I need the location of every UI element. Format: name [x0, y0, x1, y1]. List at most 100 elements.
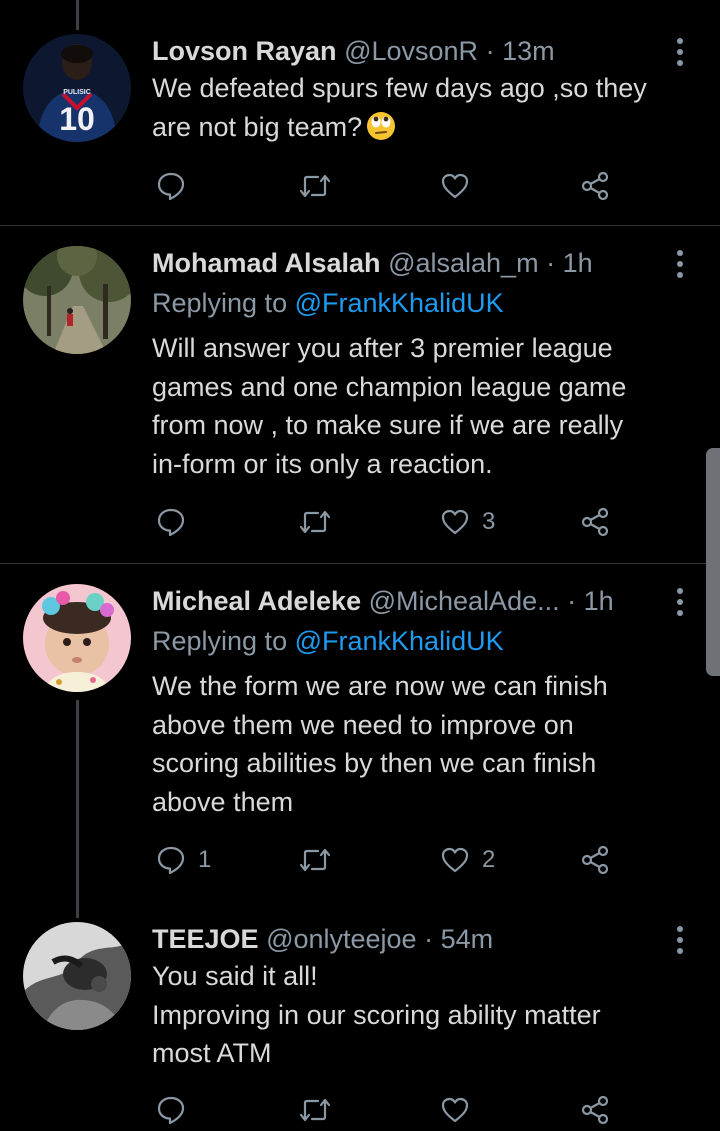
user-handle[interactable]: @LovsonR: [344, 36, 478, 66]
thread-line: [76, 0, 79, 30]
display-name[interactable]: TEEJOE: [152, 924, 259, 954]
divider: [0, 563, 720, 564]
tweet-text-line: Will answer you after 3 premier league: [152, 333, 613, 363]
share-button[interactable]: [580, 506, 610, 538]
avatar[interactable]: [23, 922, 131, 1030]
like-button[interactable]: [440, 1094, 482, 1126]
more-options-icon[interactable]: [670, 250, 690, 278]
thread-line: [76, 700, 79, 918]
tweet-actions: 3: [152, 506, 632, 538]
reply-button[interactable]: [156, 506, 198, 538]
retweet-icon: [299, 848, 331, 872]
share-icon: [581, 1095, 609, 1125]
tweet-text-line: games and one champion league game: [152, 371, 627, 402]
share-icon: [581, 845, 609, 875]
more-options-icon[interactable]: [670, 38, 690, 66]
display-name[interactable]: Micheal Adeleke: [152, 586, 361, 616]
tweet-header: Lovson Rayan @LovsonR · 13m: [152, 34, 555, 68]
share-button[interactable]: [580, 844, 610, 876]
share-button[interactable]: [580, 1094, 610, 1126]
scrollbar[interactable]: [706, 448, 720, 676]
tweet-header: Micheal Adeleke @MichealAde... · 1h: [152, 584, 614, 618]
reply-icon: [157, 508, 185, 537]
tweet-header: Mohamad Alsalah @alsalah_m · 1h: [152, 246, 593, 280]
heart-icon: [441, 173, 469, 199]
separator-dot: ·: [485, 36, 495, 66]
reply-feed: PULISIC 10 Lovson Rayan @LovsonR · 13m W…: [0, 0, 720, 1131]
avatar[interactable]: [23, 584, 131, 692]
svg-text:PULISIC: PULISIC: [63, 89, 91, 96]
retweet-icon: [299, 174, 331, 198]
user-handle[interactable]: @alsalah_m: [388, 248, 538, 278]
like-count: 2: [482, 846, 496, 873]
reply-button[interactable]: [156, 1094, 198, 1126]
tweet-text-line: are not big team?: [152, 108, 692, 147]
tweet-actions: 1 2: [152, 844, 632, 876]
heart-icon: [441, 1097, 469, 1123]
mention-link[interactable]: @FrankKhalidUK: [295, 626, 504, 656]
reply-icon: [157, 846, 185, 875]
tweet-text-line: scoring abilities by then we can finish: [152, 748, 597, 778]
retweet-button[interactable]: [298, 506, 344, 538]
replying-to-label: Replying to: [152, 626, 288, 656]
avatar[interactable]: [23, 246, 131, 354]
share-button[interactable]: [580, 170, 610, 202]
tweet[interactable]: PULISIC 10 Lovson Rayan @LovsonR · 13m W…: [0, 34, 720, 224]
more-options-icon[interactable]: [670, 926, 690, 954]
like-button[interactable]: 2: [440, 844, 495, 876]
tweet-actions: [152, 1094, 632, 1126]
tweet-text: You said it all! Improving in our scorin…: [152, 957, 692, 1073]
tweet[interactable]: TEEJOE @onlyteejoe · 54m You said it all…: [0, 922, 720, 1131]
timestamp[interactable]: 54m: [441, 924, 494, 954]
tweet-text-line: We the form we are now we can finish: [152, 671, 608, 701]
retweet-button[interactable]: [298, 1094, 344, 1126]
heart-icon: [441, 847, 469, 873]
timestamp[interactable]: 1h: [584, 586, 614, 616]
svg-text:10: 10: [59, 101, 95, 137]
separator-dot: ·: [567, 586, 577, 616]
retweet-icon: [299, 1098, 331, 1122]
tweet-actions: [152, 170, 632, 202]
share-icon: [581, 507, 609, 537]
tweet-text-line: You said it all!: [152, 961, 318, 991]
reply-count: 1: [198, 846, 212, 873]
user-handle[interactable]: @MichealAde...: [369, 586, 560, 616]
like-count: 3: [482, 508, 496, 535]
replying-to: Replying to @FrankKhalidUK: [152, 286, 504, 320]
face-with-rolling-eyes-icon: [367, 111, 396, 140]
mention-link[interactable]: @FrankKhalidUK: [295, 288, 504, 318]
replying-to-label: Replying to: [152, 288, 288, 318]
reply-icon: [157, 172, 185, 201]
tweet-text-line: from now , to make sure if we are really: [152, 410, 624, 440]
tweet-text-line: We defeated spurs few days ago ,so they: [152, 73, 647, 103]
display-name[interactable]: Lovson Rayan: [152, 36, 337, 66]
heart-icon: [441, 509, 469, 535]
separator-dot: ·: [424, 924, 434, 954]
like-button[interactable]: [440, 170, 482, 202]
replying-to: Replying to @FrankKhalidUK: [152, 624, 504, 658]
tweet-text-line: above them we need to improve on: [152, 709, 574, 740]
separator-dot: ·: [546, 248, 556, 278]
timestamp[interactable]: 1h: [563, 248, 593, 278]
reply-button[interactable]: [156, 170, 198, 202]
tweet-header: TEEJOE @onlyteejoe · 54m: [152, 922, 493, 956]
share-icon: [581, 171, 609, 201]
tweet-text: We the form we are now we can finish abo…: [152, 667, 692, 821]
tweet[interactable]: Micheal Adeleke @MichealAde... · 1h Repl…: [0, 584, 720, 884]
timestamp[interactable]: 13m: [502, 36, 555, 66]
more-options-icon[interactable]: [670, 588, 690, 616]
like-button[interactable]: 3: [440, 506, 495, 538]
retweet-button[interactable]: [298, 170, 344, 202]
reply-button[interactable]: 1: [156, 844, 211, 876]
avatar[interactable]: PULISIC 10: [23, 34, 131, 142]
tweet-text: We defeated spurs few days ago ,so they …: [152, 69, 692, 146]
retweet-button[interactable]: [298, 844, 344, 876]
tweet[interactable]: Mohamad Alsalah @alsalah_m · 1h Replying…: [0, 246, 720, 546]
divider: [0, 225, 720, 226]
retweet-icon: [299, 510, 331, 534]
reply-icon: [157, 1096, 185, 1125]
tweet-text: Will answer you after 3 premier league g…: [152, 329, 692, 483]
user-handle[interactable]: @onlyteejoe: [266, 924, 417, 954]
display-name[interactable]: Mohamad Alsalah: [152, 248, 381, 278]
tweet-text-line: above them: [152, 786, 294, 817]
